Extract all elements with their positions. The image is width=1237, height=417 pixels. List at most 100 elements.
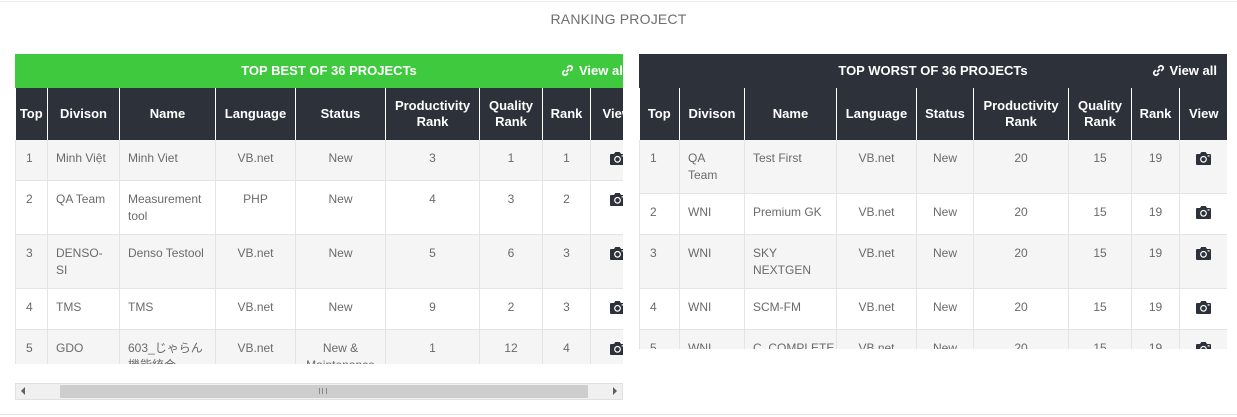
camera-icon[interactable] xyxy=(609,246,623,266)
camera-icon[interactable] xyxy=(1195,151,1212,171)
table-row: 4 WNI SCM-FM VB.net New 20 15 19 xyxy=(639,288,1227,330)
column-header-quality-rank: Quality Rank xyxy=(479,88,543,140)
cell-division: Minh Việt xyxy=(47,140,120,181)
cell-status: New xyxy=(295,140,386,181)
cell-productivity-rank: 20 xyxy=(973,140,1069,194)
column-header-division: Divison xyxy=(47,88,120,140)
cell-language: VB.net xyxy=(215,140,296,181)
cell-quality-rank: 15 xyxy=(1068,140,1132,194)
cell-division: WNI xyxy=(679,288,745,330)
cell-status: New xyxy=(295,180,386,235)
scroll-left-arrow[interactable] xyxy=(21,387,25,395)
cell-productivity-rank: 5 xyxy=(385,234,480,289)
cell-quality-rank: 15 xyxy=(1068,329,1132,349)
cell-name: 603_じゃらん機能統合 xyxy=(119,329,216,364)
cell-status: New xyxy=(916,140,974,194)
cell-quality-rank: 3 xyxy=(479,180,543,235)
camera-icon[interactable] xyxy=(1195,205,1212,225)
cell-division: WNI xyxy=(679,193,745,235)
camera-icon[interactable] xyxy=(1195,341,1212,349)
cell-top: 2 xyxy=(639,193,680,235)
camera-icon[interactable] xyxy=(1195,300,1212,320)
cell-language: VB.net xyxy=(215,329,296,364)
cell-language: VB.net xyxy=(836,329,917,349)
cell-top: 1 xyxy=(639,140,680,194)
cell-productivity-rank: 20 xyxy=(973,329,1069,349)
best-panel-header: TOP BEST OF 36 PROJECTs View all xyxy=(15,54,623,88)
cell-view xyxy=(590,234,623,289)
column-header-name: Name xyxy=(119,88,216,140)
column-header-name: Name xyxy=(744,88,837,140)
table-header-row: Top Divison Name Language Status Product… xyxy=(639,88,1227,140)
best-view-all-link[interactable]: View all xyxy=(560,54,623,88)
cell-name: Measurement tool xyxy=(119,180,216,235)
cell-language: VB.net xyxy=(836,193,917,235)
cell-division: TMS xyxy=(47,288,120,330)
column-header-status: Status xyxy=(916,88,974,140)
cell-language: PHP xyxy=(215,180,296,235)
table-row: 5GDO603_じゃらん機能統合VB.netNew & Maintenance1… xyxy=(15,329,623,364)
cell-name: C_COMPLETE xyxy=(744,329,837,349)
cell-quality-rank: 2 xyxy=(479,288,543,330)
cell-rank: 19 xyxy=(1131,234,1180,289)
cell-status: New xyxy=(916,329,974,349)
horizontal-scrollbar[interactable] xyxy=(15,383,623,400)
cell-rank: 19 xyxy=(1131,193,1180,235)
column-header-language: Language xyxy=(215,88,296,140)
camera-icon[interactable] xyxy=(1195,246,1212,266)
cell-view xyxy=(590,180,623,235)
cell-name: SKY NEXTGEN xyxy=(744,234,837,289)
cell-rank: 4 xyxy=(542,329,591,364)
cell-division: QA Team xyxy=(47,180,120,235)
cell-productivity-rank: 4 xyxy=(385,180,480,235)
cell-view xyxy=(590,288,623,330)
camera-icon[interactable] xyxy=(609,192,623,212)
table-row: 1 Minh Việt Minh Viet VB.net New 3 1 1 xyxy=(15,140,623,181)
cell-view xyxy=(1179,140,1227,194)
table-row: 3 DENSO-SI Denso Testool VB.net New 5 6 3 xyxy=(15,234,623,289)
cell-rank: 1 xyxy=(542,140,591,181)
camera-icon[interactable] xyxy=(609,151,623,171)
camera-icon[interactable] xyxy=(609,300,623,320)
cell-productivity-rank: 20 xyxy=(973,288,1069,330)
scrollbar-thumb[interactable] xyxy=(60,385,588,398)
cell-division: QA Team xyxy=(679,140,745,194)
table-header-row: Top Divison Name Language Status Product… xyxy=(15,88,623,140)
cell-language: VB.net xyxy=(215,234,296,289)
scroll-right-arrow[interactable] xyxy=(613,387,617,395)
cell-quality-rank: 15 xyxy=(1068,288,1132,330)
cell-division: WNI xyxy=(679,329,745,349)
cell-top: 5 xyxy=(639,329,680,349)
cell-rank: 3 xyxy=(542,288,591,330)
column-header-view: View xyxy=(590,88,623,140)
cell-name: Minh Viet xyxy=(119,140,216,181)
cell-language: VB.net xyxy=(836,140,917,194)
table-row: 2 QA Team Measurement tool PHP New 4 3 2 xyxy=(15,180,623,235)
best-projects-panel: TOP BEST OF 36 PROJECTs View all Top Div… xyxy=(15,54,623,364)
cell-status: New xyxy=(916,234,974,289)
column-header-status: Status xyxy=(295,88,386,140)
cell-language: VB.net xyxy=(215,288,296,330)
column-header-top: Top xyxy=(639,88,680,140)
worst-projects-table: Top Divison Name Language Status Product… xyxy=(639,88,1227,349)
camera-icon[interactable] xyxy=(609,341,623,361)
best-projects-table: Top Divison Name Language Status Product… xyxy=(15,88,623,364)
cell-view xyxy=(590,140,623,181)
worst-view-all-link[interactable]: View all xyxy=(1151,54,1217,88)
column-header-view: View xyxy=(1179,88,1227,140)
cell-top: 4 xyxy=(639,288,680,330)
cell-division: DENSO-SI xyxy=(47,234,120,289)
table-row: 2 WNI Premium GK VB.net New 20 15 19 xyxy=(639,193,1227,235)
column-header-productivity-rank: Productivity Rank xyxy=(385,88,480,140)
column-header-top: Top xyxy=(15,88,48,140)
column-header-quality-rank: Quality Rank xyxy=(1068,88,1132,140)
cell-productivity-rank: 20 xyxy=(973,193,1069,235)
cell-language: VB.net xyxy=(836,288,917,330)
scrollbar-grip xyxy=(319,388,327,394)
link-icon xyxy=(561,64,574,77)
cell-view xyxy=(1179,288,1227,330)
cell-language: VB.net xyxy=(836,234,917,289)
cell-quality-rank: 12 xyxy=(479,329,543,364)
cell-productivity-rank: 9 xyxy=(385,288,480,330)
worst-panel-title: TOP WORST OF 36 PROJECTs xyxy=(838,63,1028,78)
